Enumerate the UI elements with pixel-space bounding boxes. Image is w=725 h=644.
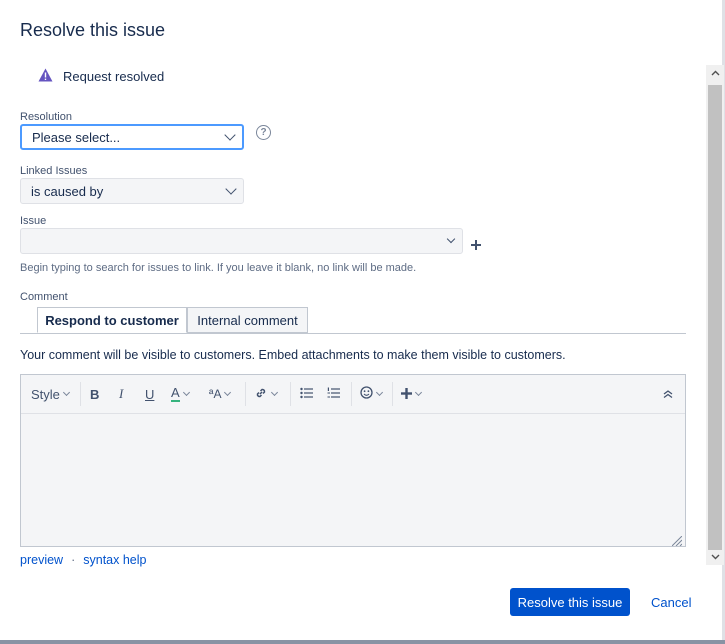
style-label: Style [31, 386, 60, 402]
dialog-title: Resolve this issue [20, 20, 166, 40]
insert-more-button[interactable] [401, 385, 423, 403]
chevron-down-icon [224, 129, 236, 141]
issue-label: Issue [20, 215, 47, 227]
numbered-list-icon [327, 387, 340, 402]
chevron-down-icon [446, 234, 456, 244]
editor-links: preview · syntax help [20, 553, 146, 567]
underline-button[interactable]: U [145, 385, 154, 403]
resolution-select[interactable]: Please select... [20, 124, 244, 150]
comment-label: Comment [20, 291, 68, 303]
toolbar-divider [245, 382, 246, 406]
collapse-toolbar-icon [663, 387, 673, 402]
bullet-list-icon [300, 387, 313, 402]
links-separator: · [71, 553, 76, 567]
chevron-down-icon [414, 388, 423, 397]
scrollbar[interactable] [706, 65, 724, 565]
text-color-icon: A [171, 385, 180, 402]
emoji-icon [360, 386, 373, 402]
warning-icon [38, 68, 53, 85]
toolbar-divider [80, 382, 81, 406]
chevron-down-icon [224, 388, 232, 397]
chevron-down-icon [62, 388, 70, 397]
collapse-toolbar-button[interactable] [663, 385, 673, 403]
comment-editor[interactable]: Style B I U A ªA [20, 374, 686, 547]
italic-button[interactable]: I [119, 385, 123, 403]
tab-internal-comment[interactable]: Internal comment [187, 307, 308, 333]
issue-hint: Begin typing to search for issues to lin… [20, 262, 417, 274]
numbered-list-button[interactable] [327, 385, 340, 403]
window-bottom-edge [0, 640, 725, 644]
linked-issues-label: Linked Issues [20, 165, 88, 177]
linked-issues-value: is caused by [31, 183, 104, 199]
insert-more-icon [401, 387, 412, 402]
tab-respond-to-customer[interactable]: Respond to customer [37, 307, 187, 333]
resolve-issue-button[interactable]: Resolve this issue [510, 588, 630, 616]
comment-tabs: Respond to customer Internal comment [20, 307, 686, 334]
resolution-value: Please select... [32, 129, 121, 145]
text-size-button[interactable]: ªA [209, 385, 232, 403]
toolbar-divider [290, 382, 291, 406]
cancel-button[interactable]: Cancel [651, 595, 691, 610]
linked-issues-select[interactable]: is caused by [20, 178, 244, 204]
chevron-down-icon [270, 388, 279, 397]
emoji-button[interactable] [360, 385, 384, 403]
bullet-list-button[interactable] [300, 385, 313, 403]
toolbar-divider [392, 382, 393, 406]
issue-picker[interactable] [20, 228, 463, 254]
link-icon [254, 386, 268, 403]
scrollbar-thumb[interactable] [708, 85, 722, 550]
toolbar-divider [351, 382, 352, 406]
bold-button[interactable]: B [90, 385, 99, 403]
syntax-help-link[interactable]: syntax help [83, 553, 146, 567]
status-text: Request resolved [63, 69, 165, 84]
status-message: Request resolved [38, 68, 164, 85]
chevron-down-icon [375, 388, 384, 397]
resolution-label: Resolution [20, 111, 72, 123]
plus-icon[interactable] [471, 237, 481, 255]
style-dropdown[interactable]: Style [31, 385, 70, 403]
scroll-down-button[interactable] [706, 549, 724, 565]
text-color-button[interactable]: A [171, 385, 190, 403]
resize-handle-icon[interactable] [671, 533, 683, 547]
preview-link[interactable]: preview [20, 553, 63, 567]
chevron-down-icon [182, 388, 190, 397]
text-size-icon: ªA [209, 387, 222, 401]
link-button[interactable] [254, 385, 279, 403]
scroll-up-button[interactable] [706, 65, 724, 81]
chevron-down-icon [225, 183, 237, 195]
help-icon[interactable]: ? [256, 125, 271, 140]
editor-toolbar: Style B I U A ªA [21, 375, 685, 414]
comment-visibility-note: Your comment will be visible to customer… [20, 348, 566, 362]
